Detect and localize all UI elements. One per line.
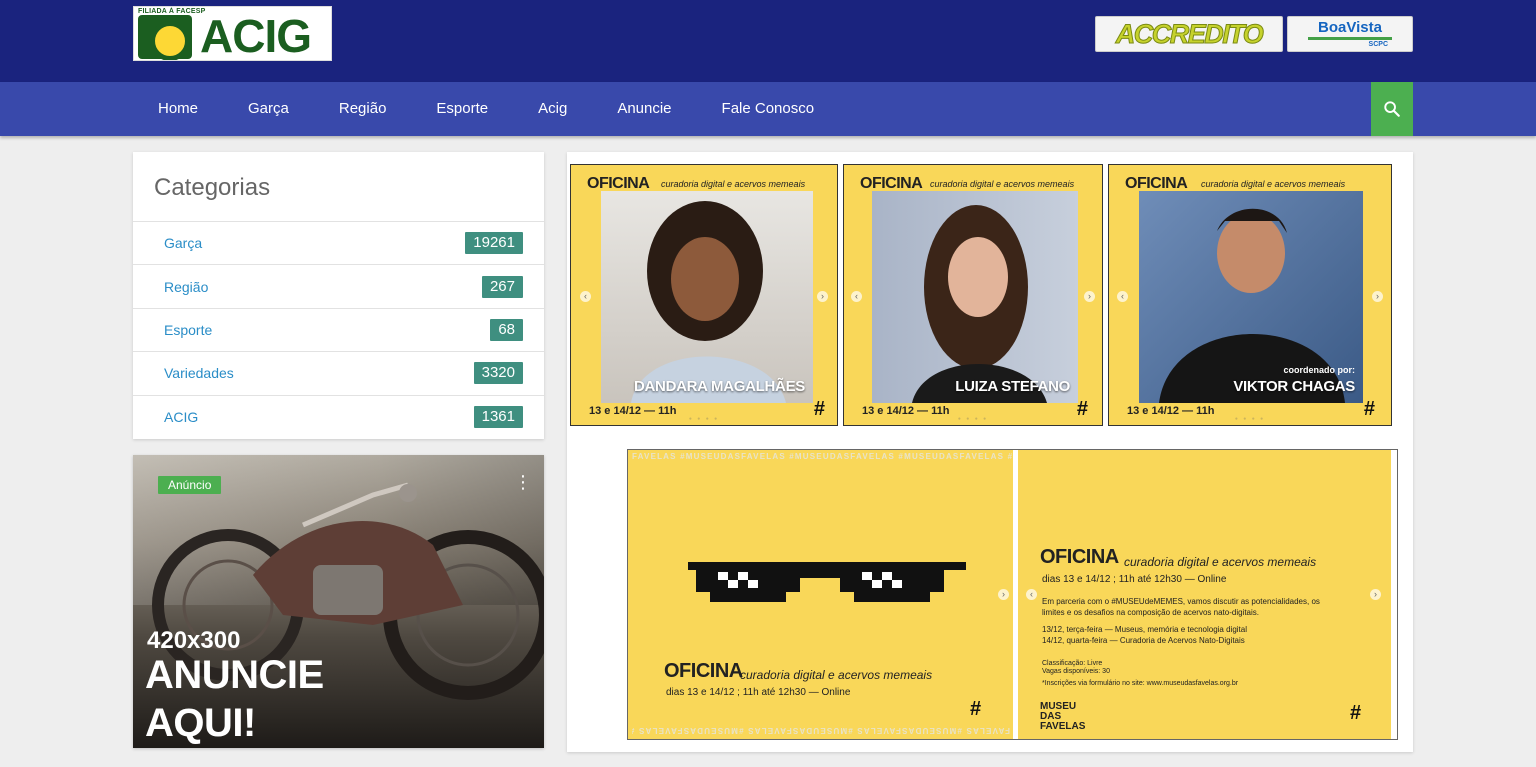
poster-subtitle: curadoria digital e acervos memeais — [740, 668, 933, 682]
boavista-banner[interactable]: BoaVista SCPC — [1287, 16, 1413, 52]
poster-heading: OFICINA — [1040, 546, 1119, 568]
nav-item-regiao[interactable]: Região — [314, 82, 412, 136]
ad-badge: Anúncio — [158, 476, 222, 494]
categories-widget: Categorias Garça 19261 Região 267 Esport… — [133, 152, 544, 439]
hash-icon: # — [1363, 398, 1375, 420]
ad-size-text: 420x300 — [147, 627, 241, 654]
ad-headline-2: AQUI! — [145, 701, 256, 745]
carousel-dots: ● ● ● ● — [957, 416, 989, 422]
hash-icon: # — [970, 698, 982, 720]
top-header: FILIADA À FACESP ACIG ACCREDITO BoaVista… — [0, 0, 1536, 82]
acig-logo[interactable]: FILIADA À FACESP ACIG — [133, 6, 332, 61]
next-arrow-icon[interactable]: › — [998, 589, 1009, 600]
poster-heading: OFICINA — [664, 660, 743, 682]
portrait-illustration — [631, 201, 786, 403]
category-row-acig[interactable]: ACIG 1361 — [133, 396, 544, 439]
next-arrow-icon[interactable]: › — [1372, 291, 1383, 302]
prev-arrow-icon[interactable]: ‹ — [851, 291, 862, 302]
category-name[interactable]: Esporte — [164, 322, 212, 338]
nav-item-esporte[interactable]: Esporte — [411, 82, 513, 136]
carousel-dots: ● ● ● ● — [688, 416, 720, 422]
prev-arrow-icon[interactable]: ‹ — [580, 291, 591, 302]
logo-text: ACIG — [200, 10, 312, 61]
poster-schedule: dias 13 e 14/12 ; 11h até 12h30 — Online — [1042, 574, 1227, 585]
poster-day2: 14/12, quarta-feira — Curadoria de Acerv… — [1042, 636, 1245, 645]
nav-item-anuncie[interactable]: Anuncie — [592, 82, 696, 136]
nav-item-home[interactable]: Home — [133, 82, 223, 136]
category-count-badge: 19261 — [465, 232, 523, 255]
post-image-dandara[interactable]: OFICINA curadoria digital e acervos meme… — [570, 164, 838, 426]
ad-headline-1: ANUNCIE — [145, 653, 324, 697]
next-arrow-icon[interactable]: › — [817, 291, 828, 302]
category-name[interactable]: Região — [164, 279, 208, 295]
category-row-regiao[interactable]: Região 267 — [133, 265, 544, 309]
advertisement-banner[interactable]: Anúncio ⋮ 420x300 ANUNCIE AQUI! — [133, 455, 544, 748]
next-arrow-icon[interactable]: › — [1084, 291, 1095, 302]
boavista-logo-text: BoaVista — [1318, 18, 1382, 36]
category-name[interactable]: Variedades — [164, 365, 234, 381]
category-count-badge: 3320 — [473, 362, 523, 385]
search-icon — [1384, 101, 1400, 117]
post-image-viktor[interactable]: OFICINA curadoria digital e acervos meme… — [1108, 164, 1392, 426]
accredito-banner[interactable]: ACCREDITO — [1095, 16, 1283, 52]
hash-icon: # — [1350, 702, 1362, 724]
logo-tagline: FILIADA À FACESP — [138, 8, 206, 15]
post-subtitle: curadoria digital e acervos memeais — [1201, 179, 1346, 189]
hash-icon: # — [1076, 398, 1088, 420]
post-date: 13 e 14/12 — 11h — [862, 405, 950, 417]
category-row-esporte[interactable]: Esporte 68 — [133, 309, 544, 353]
nav-item-garca[interactable]: Garça — [223, 82, 314, 136]
hash-icon: # — [813, 398, 825, 420]
post-date: 13 e 14/12 — 11h — [589, 405, 677, 417]
post-image-luiza[interactable]: OFICINA curadoria digital e acervos meme… — [843, 164, 1103, 426]
category-row-garca[interactable]: Garça 19261 — [133, 222, 544, 266]
boavista-sub-text: SCPC — [1368, 40, 1388, 48]
museum-logo-text: MUSEU DAS FAVELAS — [1040, 701, 1086, 732]
main-navigation: Home Garça Região Esporte Acig Anuncie F… — [0, 82, 1536, 136]
portrait-illustration — [912, 205, 1047, 403]
poster-day1: 13/12, terça-feira — Museus, memória e t… — [1042, 625, 1247, 634]
person-name: DANDARA MAGALHÃES — [633, 378, 805, 395]
accredito-logo-text: ACCREDITO — [1115, 18, 1264, 49]
pixel-sunglasses-image — [688, 562, 966, 602]
person-name: LUIZA STEFANO — [955, 378, 1070, 395]
nav-items: Home Garça Região Esporte Acig Anuncie F… — [133, 82, 839, 136]
coordinator-label: coordenado por: — [1283, 365, 1356, 375]
border-hashtag-text: FAVELAS #MUSEUDASFAVELAS #MUSEUDASFAVELA… — [632, 726, 1010, 735]
poster-vacancies: Vagas disponíveis: 30 — [1042, 668, 1110, 675]
carousel-dots: ● ● ● ● — [1234, 416, 1266, 422]
post-image-glasses[interactable]: FAVELAS #MUSEUDASFAVELAS #MUSEUDASFAVELA… — [628, 450, 1013, 739]
border-hashtag-text: FAVELAS #MUSEUDASFAVELAS #MUSEUDASFAVELA… — [632, 452, 1013, 461]
categories-title: Categorias — [133, 152, 544, 222]
category-name[interactable]: Garça — [164, 235, 202, 251]
category-count-badge: 68 — [490, 318, 523, 341]
poster-inscriptions: *Inscrições via formulário no site: www.… — [1042, 680, 1239, 687]
post-image-details[interactable]: OFICINA curadoria digital e acervos meme… — [1018, 450, 1391, 739]
portrait-photo: coordenado por: VIKTOR CHAGAS — [1139, 191, 1363, 403]
prev-arrow-icon[interactable]: ‹ — [1117, 291, 1128, 302]
ad-more-icon[interactable]: ⋮ — [514, 473, 532, 491]
poster-intro: Em parceria com o #MUSEUdeMEMES, vamos d… — [1042, 597, 1320, 617]
logo-emblem-icon — [138, 15, 192, 60]
poster-subtitle: curadoria digital e acervos memeais — [1124, 555, 1317, 569]
portrait-photo: LUIZA STEFANO — [872, 191, 1078, 403]
post-subtitle: curadoria digital e acervos memeais — [930, 179, 1075, 189]
category-count-badge: 1361 — [473, 406, 523, 429]
nav-item-acig[interactable]: Acig — [513, 82, 592, 136]
category-name[interactable]: ACIG — [164, 409, 198, 425]
post-subtitle: curadoria digital e acervos memeais — [661, 179, 806, 189]
next-arrow-icon[interactable]: › — [1370, 589, 1381, 600]
category-row-variedades[interactable]: Variedades 3320 — [133, 352, 544, 396]
post-date: 13 e 14/12 — 11h — [1127, 405, 1215, 417]
poster-schedule: dias 13 e 14/12 ; 11h até 12h30 — Online — [666, 687, 851, 698]
boavista-logo-bar — [1308, 36, 1392, 40]
prev-arrow-icon[interactable]: ‹ — [1026, 589, 1037, 600]
portrait-photo: DANDARA MAGALHÃES — [601, 191, 813, 403]
nav-item-fale-conosco[interactable]: Fale Conosco — [697, 82, 840, 136]
person-name: VIKTOR CHAGAS — [1233, 378, 1355, 395]
category-count-badge: 267 — [481, 275, 523, 298]
search-button[interactable] — [1371, 82, 1413, 136]
